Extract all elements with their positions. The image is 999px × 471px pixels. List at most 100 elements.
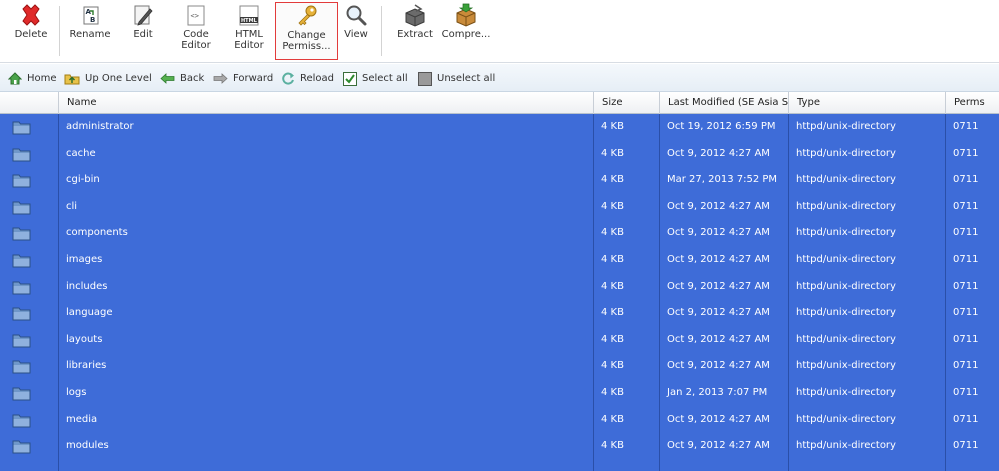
name-cell: administrator: [66, 121, 134, 132]
perms-cell: 0711: [953, 200, 979, 212]
compress-label: Compre...: [441, 29, 491, 40]
code-editor-label: Code Editor: [181, 29, 211, 51]
folder-icon: [12, 227, 31, 241]
table-row[interactable]: includes 4 KB Oct 9, 2012 4:27 AM httpd/uni…: [0, 274, 999, 301]
unselect-all-label: Unselect all: [437, 73, 496, 84]
name-cell: images: [66, 254, 103, 265]
table-row[interactable]: components 4 KB Oct 9, 2012 4:27 AM httpd/u…: [0, 220, 999, 247]
table-row[interactable]: media 4 KB Oct 9, 2012 4:27 AM httpd/unix-d…: [0, 407, 999, 434]
name-cell: cgi-bin: [66, 174, 100, 186]
modified-column-header[interactable]: Last Modified (SE Asia S: [659, 92, 788, 114]
name-cell: components: [66, 227, 128, 239]
checkbox-unchecked-icon: [418, 71, 432, 86]
extract-button[interactable]: Extract: [394, 3, 436, 59]
back-arrow-icon: [160, 73, 175, 84]
svg-text:B: B: [90, 16, 95, 24]
modified-cell: Oct 9, 2012 4:27 AM: [667, 227, 770, 239]
type-cell: httpd/unix-directory: [796, 307, 896, 319]
size-cell: 4 KB: [601, 200, 624, 212]
table-row[interactable]: modules 4 KB Oct 9, 2012 4:27 AM httpd/unix…: [0, 433, 999, 460]
reload-icon: [282, 72, 294, 85]
type-cell: httpd/unix-directory: [796, 280, 896, 292]
delete-label: Delete: [14, 29, 48, 40]
extract-icon: [405, 4, 425, 27]
table-row[interactable]: administrator 4 KB Oct 19, 2012 6:59 PM htt…: [0, 114, 999, 141]
type-cell: httpd/unix-directory: [796, 174, 896, 186]
type-column-header[interactable]: Type: [788, 92, 945, 114]
folder-icon: [12, 201, 31, 215]
perms-cell: 0711: [953, 307, 979, 319]
select-all-link[interactable]: Select all: [343, 71, 408, 86]
reload-link[interactable]: Reload: [281, 71, 334, 86]
edit-button[interactable]: Edit: [121, 3, 165, 59]
table-row[interactable]: cache 4 KB Oct 9, 2012 4:27 AM httpd/unix-d…: [0, 141, 999, 168]
name-cell: libraries: [66, 360, 107, 372]
folder-icon: [12, 440, 31, 454]
perms-cell: 0711: [953, 387, 979, 398]
name-column-header[interactable]: Name: [58, 92, 593, 114]
table-row[interactable]: language 4 KB Oct 9, 2012 4:27 AM httpd/uni…: [0, 300, 999, 327]
column-divider: [659, 114, 660, 471]
home-link[interactable]: Home: [8, 71, 57, 86]
perms-column-header[interactable]: Perms: [945, 92, 999, 114]
table-row[interactable]: logs 4 KB Jan 2, 2013 7:07 PM httpd/unix-di…: [0, 380, 999, 407]
folder-icon: [12, 174, 31, 188]
size-cell: 4 KB: [601, 174, 624, 186]
type-cell: httpd/unix-directory: [796, 440, 896, 452]
file-rows: administrator 4 KB Oct 19, 2012 6:59 PM htt…: [0, 114, 999, 471]
file-toolbar: Delete A B Rename Edit <> Code Editor HT…: [0, 0, 999, 63]
size-cell: 4 KB: [601, 147, 624, 159]
folder-up-icon: [64, 74, 80, 85]
checkbox-checked-icon: [343, 71, 357, 86]
view-button[interactable]: View: [340, 3, 372, 59]
forward-link[interactable]: Forward: [213, 71, 273, 86]
back-link[interactable]: Back: [160, 71, 204, 86]
size-cell: 4 KB: [601, 360, 624, 372]
size-cell: 4 KB: [601, 227, 624, 239]
svg-text:<>: <>: [191, 12, 199, 20]
type-cell: httpd/unix-directory: [796, 121, 896, 132]
html-editor-button[interactable]: HTML HTML Editor: [226, 3, 272, 59]
type-cell: httpd/unix-directory: [796, 360, 896, 372]
modified-cell: Oct 9, 2012 4:27 AM: [667, 413, 770, 425]
modified-cell: Oct 9, 2012 4:27 AM: [667, 280, 770, 292]
name-cell: logs: [66, 387, 87, 398]
navigation-bar: Home Up One Level Back Forward Reload Se…: [0, 64, 999, 92]
size-column-header[interactable]: Size: [593, 92, 659, 114]
type-cell: httpd/unix-directory: [796, 254, 896, 265]
perms-cell: 0711: [953, 280, 979, 292]
name-cell: modules: [66, 440, 109, 452]
name-cell: layouts: [66, 333, 103, 345]
perms-cell: 0711: [953, 440, 979, 452]
table-row[interactable]: images 4 KB Oct 9, 2012 4:27 AM httpd/unix-…: [0, 247, 999, 274]
compress-button[interactable]: Compre...: [440, 3, 492, 59]
folder-icon: [12, 307, 31, 321]
view-label: View: [344, 29, 368, 40]
column-divider: [593, 114, 594, 471]
table-row[interactable]: layouts 4 KB Oct 9, 2012 4:27 AM httpd/unix…: [0, 327, 999, 354]
rename-label: Rename: [69, 29, 111, 40]
table-row[interactable]: cli 4 KB Oct 9, 2012 4:27 AM httpd/unix-dir…: [0, 194, 999, 221]
edit-icon: [134, 5, 153, 26]
icon-column-header[interactable]: [0, 92, 58, 114]
perms-cell: 0711: [953, 254, 979, 265]
change-permissions-button[interactable]: Change Permiss...: [275, 2, 338, 60]
folder-icon: [12, 334, 31, 348]
unselect-all-link[interactable]: Unselect all: [418, 71, 495, 86]
rename-button[interactable]: A B Rename: [64, 3, 116, 59]
column-divider: [58, 114, 59, 471]
size-cell: 4 KB: [601, 440, 624, 452]
code-editor-button[interactable]: <> Code Editor: [172, 3, 220, 59]
delete-button[interactable]: Delete: [6, 3, 56, 59]
modified-cell: Jan 2, 2013 7:07 PM: [667, 387, 768, 398]
table-row[interactable]: libraries 4 KB Oct 9, 2012 4:27 AM httpd/un…: [0, 353, 999, 380]
toolbar-divider: [381, 6, 382, 56]
svg-text:A: A: [86, 8, 92, 16]
up-one-level-link[interactable]: Up One Level: [64, 71, 152, 86]
size-cell: 4 KB: [601, 387, 624, 398]
name-cell: media: [66, 413, 98, 425]
modified-cell: Oct 9, 2012 4:27 AM: [667, 307, 770, 319]
perms-cell: 0711: [953, 333, 979, 345]
html-editor-icon: HTML: [239, 5, 259, 26]
table-row[interactable]: cgi-bin 4 KB Mar 27, 2013 7:52 PM httpd/uni…: [0, 167, 999, 194]
